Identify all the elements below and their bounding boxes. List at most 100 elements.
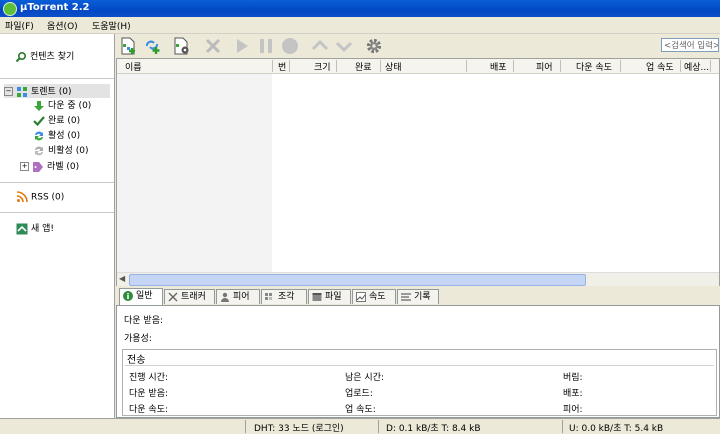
column-divider[interactable] [680,60,681,72]
column-divider[interactable] [560,60,561,72]
column-seeds[interactable]: 배포 [490,60,507,73]
tab-files[interactable]: 파일 [308,289,351,304]
stop-icon[interactable] [281,37,299,55]
peers-icon [221,292,229,302]
upload-status[interactable]: U: 0.0 kB/초 T: 5.4 kB [569,421,663,434]
menu-options[interactable]: 옵션(O) [47,19,78,32]
status-divider [245,420,246,433]
search-input[interactable]: <검색어 입력> [661,38,719,52]
utorrent-logo-icon [3,2,17,16]
sidebar: 컨텐츠 찾기 − 토렌트 (0) 다운 중 (0) 완료 (0) 활성 (0) 비… [0,34,115,418]
column-divider[interactable] [620,60,621,72]
detail-tabs: 일반 트래커 피어 조각 파일 속도 기록 [116,288,720,306]
transfer-divider [125,365,714,366]
column-divider[interactable] [289,60,290,72]
trackers-icon [168,292,178,302]
remaining-label: 남은 시간: [345,373,385,383]
info-icon [123,291,133,301]
sidebar-item-find-content[interactable]: 컨텐츠 찾기 [15,49,74,63]
column-divider[interactable] [380,60,381,72]
torrent-list[interactable]: 이름 번 크기 완료 상태 배포 피어 다운 속도 업 속도 예상... ◀ [116,58,720,286]
sidebar-item-torrents[interactable]: − 토렌트 (0) [4,84,110,98]
column-divider[interactable] [710,60,711,72]
name-column-shade [117,74,272,272]
column-divider[interactable] [336,60,337,72]
seeds-label: 배포: [563,389,583,399]
wasted-label: 버림: [563,373,583,383]
start-icon[interactable] [233,37,251,55]
search-icon [15,51,27,62]
column-done[interactable]: 완료 [355,60,372,73]
column-peers[interactable]: 피어 [536,60,553,73]
sidebar-item-inactive[interactable]: 비활성 (0) [33,143,88,157]
app-icon [16,223,28,234]
down-speed-label: 다운 속도: [129,405,169,415]
column-size[interactable]: 크기 [314,60,331,73]
status-bar: DHT: 33 노드 (로그인) D: 0.1 kB/초 T: 8.4 kB U… [0,418,720,434]
tab-trackers[interactable]: 트래커 [164,289,215,304]
availability-label: 가용성: [124,334,152,344]
column-eta[interactable]: 예상... [684,60,709,73]
uploaded-label: 업로드: [345,389,373,399]
column-down-speed[interactable]: 다운 속도 [576,60,612,73]
download-status[interactable]: D: 0.1 kB/초 T: 8.4 kB [386,421,481,434]
sidebar-item-labels[interactable]: + 라벨 (0) [20,159,79,173]
sidebar-divider [0,78,114,79]
sidebar-item-completed[interactable]: 완료 (0) [33,113,80,127]
toolbar: <검색어 입력> [115,34,720,58]
move-up-icon[interactable] [311,37,329,55]
horizontal-scrollbar[interactable]: ◀ [117,272,719,286]
tab-peers[interactable]: 피어 [216,289,260,304]
rss-icon [16,191,28,203]
speed-graph-icon [356,292,366,302]
torrents-icon [17,86,27,97]
column-status[interactable]: 상태 [385,60,402,73]
tab-pieces[interactable]: 조각 [261,289,307,304]
expand-toggle-icon[interactable]: + [20,162,29,171]
transfer-title: 전송 [127,355,146,366]
dht-status[interactable]: DHT: 33 노드 (로그인) [254,421,344,434]
remove-icon[interactable] [204,37,222,55]
pause-icon[interactable] [257,37,275,55]
scrollbar-thumb[interactable] [129,274,586,286]
sidebar-item-new-app[interactable]: 새 앱! [16,221,54,235]
refresh-icon [35,131,43,140]
create-torrent-icon[interactable] [173,37,191,55]
column-divider[interactable] [272,60,273,72]
downloaded-label: 다운 받음: [124,316,164,326]
arrow-down-icon [34,100,44,111]
transfer-group: 전송 진행 시간: 다운 받음: 다운 속도: 남은 시간: 업로드: 업 속도… [122,349,717,416]
column-header: 이름 번 크기 완료 상태 배포 피어 다운 속도 업 속도 예상... [117,59,719,74]
sidebar-item-active[interactable]: 활성 (0) [33,128,80,142]
status-divider [562,420,563,433]
add-torrent-url-icon[interactable] [144,37,162,55]
details-pane: 다운 받음: 가용성: 전송 진행 시간: 다운 받음: 다운 속도: 남은 시… [116,305,720,418]
menu-file[interactable]: 파일(F) [5,19,34,32]
inactive-refresh-icon [35,146,43,155]
checkmark-icon [33,115,45,126]
peers-label: 피어: [563,405,583,415]
tab-log[interactable]: 기록 [397,289,439,304]
gear-icon[interactable] [365,37,383,55]
downloaded-total-label: 다운 받음: [129,389,169,399]
tab-general[interactable]: 일반 [119,288,163,306]
column-number[interactable]: 번 [278,60,286,73]
sidebar-item-downloading[interactable]: 다운 중 (0) [33,98,91,112]
move-down-icon[interactable] [335,37,353,55]
column-up-speed[interactable]: 업 속도 [646,60,674,73]
up-speed-label: 업 속도: [345,405,376,415]
scroll-left-icon[interactable]: ◀ [119,274,125,283]
window-title: µTorrent 2.2 [20,2,90,13]
elapsed-label: 진행 시간: [129,373,169,383]
sidebar-item-rss[interactable]: RSS (0) [16,191,64,203]
status-divider [378,420,379,433]
column-divider[interactable] [466,60,467,72]
menu-help[interactable]: 도움말(H) [92,19,131,32]
column-name[interactable]: 이름 [125,60,142,73]
files-icon [312,293,322,301]
column-divider[interactable] [513,60,514,72]
pieces-icon [265,293,272,300]
collapse-toggle-icon[interactable]: − [4,87,13,96]
tab-speed[interactable]: 속도 [352,289,396,304]
add-torrent-icon[interactable] [120,37,138,55]
